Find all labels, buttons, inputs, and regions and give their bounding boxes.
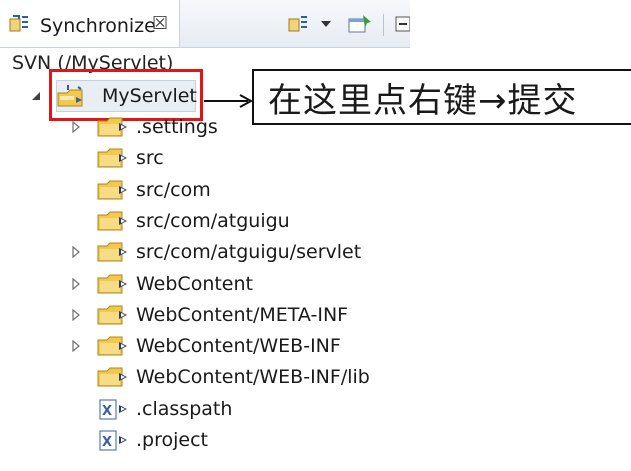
tree-item-label: WebContent/WEB-INF/lib bbox=[136, 366, 370, 388]
folder-icon bbox=[96, 115, 136, 139]
collapse-icon bbox=[395, 16, 410, 32]
tree-expand-toggle[interactable] bbox=[70, 340, 82, 352]
collapsed-triangle-icon bbox=[72, 309, 80, 321]
tree-item[interactable]: WebContent bbox=[96, 269, 253, 299]
close-icon[interactable]: ☒ bbox=[152, 13, 168, 34]
toolbar-separator bbox=[383, 14, 384, 36]
expanded-triangle-icon bbox=[32, 92, 40, 100]
tree-expand-toggle[interactable] bbox=[70, 121, 82, 133]
folder-icon bbox=[96, 272, 136, 296]
tree-item-label: .settings bbox=[136, 116, 218, 138]
collapsed-triangle-icon bbox=[72, 278, 80, 290]
annotation-text: 在这里点右键→提交 bbox=[268, 80, 578, 121]
tree-item[interactable]: WebContent/META-INF bbox=[96, 300, 348, 330]
folder-icon bbox=[96, 178, 136, 202]
folder-icon bbox=[96, 303, 136, 327]
file-icon: X bbox=[96, 428, 136, 452]
tree-item[interactable]: WebContent/WEB-INF/lib bbox=[96, 362, 370, 392]
arrow-icon bbox=[204, 94, 254, 108]
collapsed-triangle-icon bbox=[72, 246, 80, 258]
tree-item[interactable]: X .project bbox=[96, 425, 208, 455]
tree-item-label: src/com/atguigu bbox=[136, 210, 290, 232]
tree-item[interactable]: X .classpath bbox=[96, 394, 232, 424]
root-expand-toggle[interactable] bbox=[30, 90, 42, 102]
tree-item[interactable]: src/com bbox=[96, 175, 211, 205]
tree-item-label: .project bbox=[136, 429, 208, 451]
folder-icon bbox=[96, 365, 136, 389]
tab-synchronize[interactable]: Synchronize ☒ bbox=[0, 0, 180, 47]
svg-text:X: X bbox=[102, 435, 112, 450]
tree-item-label: src bbox=[136, 147, 164, 169]
tree-item-label: src/com bbox=[136, 179, 211, 201]
synchronize-icon bbox=[9, 15, 28, 32]
file-icon: X bbox=[96, 397, 136, 421]
collapsed-triangle-icon bbox=[72, 340, 80, 352]
sync-mode-icon bbox=[288, 16, 307, 32]
tree-expand-toggle[interactable] bbox=[70, 246, 82, 258]
view-menu-button[interactable] bbox=[316, 12, 336, 36]
tree-item[interactable]: src bbox=[96, 143, 164, 173]
view-tab-bar: Synchronize ☒ bbox=[0, 0, 410, 48]
folder-icon bbox=[96, 334, 136, 358]
folder-icon bbox=[96, 146, 136, 170]
dropdown-icon bbox=[321, 21, 331, 27]
annotation-callout: 在这里点右键→提交 bbox=[252, 69, 631, 125]
tree-item-label: WebContent bbox=[136, 273, 253, 295]
tree-expand-toggle[interactable] bbox=[70, 309, 82, 321]
folder-icon bbox=[96, 209, 136, 233]
tree-item[interactable]: src/com/atguigu bbox=[96, 206, 290, 236]
pin-icon bbox=[348, 15, 371, 33]
tree-expand-toggle[interactable] bbox=[70, 278, 82, 290]
tree-item-label: src/com/atguigu/servlet bbox=[136, 241, 362, 263]
folder-icon bbox=[96, 240, 136, 264]
collapse-all-button[interactable] bbox=[394, 12, 410, 36]
svg-text:X: X bbox=[102, 404, 112, 419]
pin-button[interactable] bbox=[346, 12, 374, 36]
sync-mode-button[interactable] bbox=[287, 12, 311, 36]
tree-item-label: .classpath bbox=[136, 398, 233, 420]
tree-item-label: WebContent/WEB-INF bbox=[136, 335, 341, 357]
tree-item-label: WebContent/META-INF bbox=[136, 304, 349, 326]
collapsed-triangle-icon bbox=[72, 121, 80, 133]
tab-title: Synchronize bbox=[40, 15, 156, 37]
tree-item[interactable]: src/com/atguigu/servlet bbox=[96, 237, 361, 267]
tree-item[interactable]: WebContent/WEB-INF bbox=[96, 331, 341, 361]
tree-item[interactable]: .settings bbox=[96, 112, 218, 142]
